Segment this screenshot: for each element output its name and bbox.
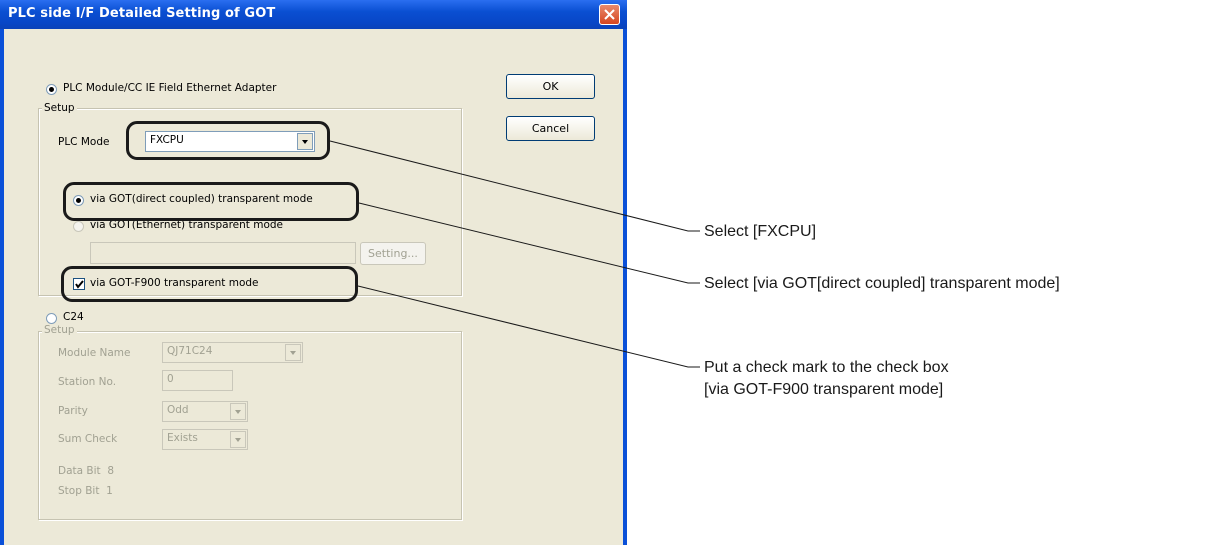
annotation-check-f900-line2: [via GOT-F900 transparent mode] [704,381,944,398]
leader-line-1 [329,140,700,232]
annotation-check-f900-line1: Put a check mark to the check box [704,359,949,376]
annotation-select-direct: Select [via GOT[direct coupled] transpar… [704,275,1060,292]
leader-line-2 [358,202,700,284]
annotation-select-fxcpu: Select [FXCPU] [704,223,817,240]
leader-line-3 [357,285,700,368]
